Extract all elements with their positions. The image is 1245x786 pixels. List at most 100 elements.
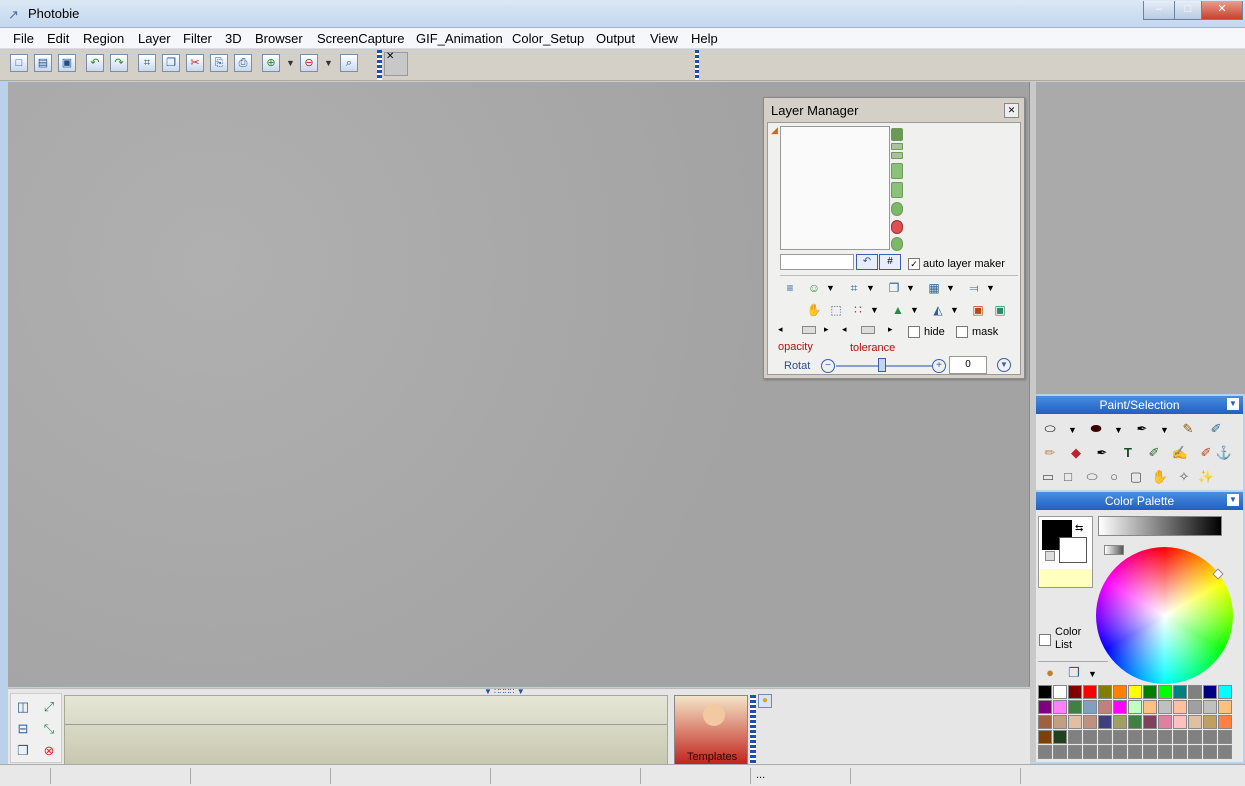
- dropdown-icon[interactable]: ▼: [1160, 425, 1169, 435]
- color-swatch[interactable]: [1188, 745, 1202, 759]
- color-swatch[interactable]: [1038, 700, 1052, 714]
- reset-colors-icon[interactable]: [1045, 551, 1055, 561]
- color-swatch[interactable]: [1068, 730, 1082, 744]
- maximize-button[interactable]: □: [1174, 1, 1202, 20]
- color-swatch[interactable]: [1038, 685, 1052, 699]
- undo-icon[interactable]: ↶: [86, 54, 104, 72]
- pen-icon[interactable]: ✒: [1132, 420, 1152, 438]
- color-swatch[interactable]: [1098, 715, 1112, 729]
- dropdown-icon[interactable]: ▼: [1088, 669, 1097, 679]
- color-swatch[interactable]: [1038, 745, 1052, 759]
- color-swatch[interactable]: [1128, 745, 1142, 759]
- zoom-fit-icon[interactable]: ⌕: [340, 54, 358, 72]
- color-swatch[interactable]: [1218, 745, 1232, 759]
- color-swatch[interactable]: [1083, 730, 1097, 744]
- menu-help[interactable]: Help: [691, 31, 718, 46]
- rotate-plus-icon[interactable]: +: [932, 359, 946, 373]
- cut-icon[interactable]: ✂: [186, 54, 204, 72]
- remove-layer-icon[interactable]: [891, 220, 903, 234]
- color-swatch[interactable]: [1188, 700, 1202, 714]
- color-swatch[interactable]: [1083, 685, 1097, 699]
- dropdown-icon[interactable]: ▼: [1114, 425, 1123, 435]
- image-alt-icon[interactable]: ▣: [992, 302, 1008, 318]
- dropdown-icon[interactable]: ▼: [910, 305, 919, 315]
- color-swatch[interactable]: [1128, 715, 1142, 729]
- grid-button[interactable]: #: [879, 254, 901, 270]
- close-icon[interactable]: ✕: [1004, 103, 1019, 118]
- color-swatch[interactable]: [1113, 715, 1127, 729]
- color-swatch[interactable]: [1173, 715, 1187, 729]
- pencil-icon[interactable]: ✏: [1040, 444, 1060, 462]
- image-icon[interactable]: ▣: [970, 302, 986, 318]
- color-swatch[interactable]: [1173, 745, 1187, 759]
- color-swatch[interactable]: [1203, 700, 1217, 714]
- color-swatch[interactable]: [1203, 685, 1217, 699]
- rounded-select-icon[interactable]: ▢: [1126, 468, 1146, 486]
- brush-icon[interactable]: ✎: [1178, 420, 1198, 438]
- airbrush-icon[interactable]: ✐: [1144, 444, 1164, 462]
- color-swatch[interactable]: [1098, 730, 1112, 744]
- color-swatch[interactable]: [1053, 700, 1067, 714]
- color-swatch[interactable]: [1068, 715, 1082, 729]
- menu-view[interactable]: View: [650, 31, 678, 46]
- color-swatch[interactable]: [1053, 745, 1067, 759]
- color-swatch[interactable]: [1098, 745, 1112, 759]
- rotate-minus-icon[interactable]: −: [821, 359, 835, 373]
- color-swatch[interactable]: [1173, 700, 1187, 714]
- menu-layer[interactable]: Layer: [138, 31, 171, 46]
- color-palette-header[interactable]: Color Palette ▼: [1036, 492, 1243, 510]
- color-swatch[interactable]: [1158, 700, 1172, 714]
- paste-new-icon[interactable]: ⎙: [234, 54, 252, 72]
- tolerance-slider[interactable]: [861, 326, 875, 334]
- move-down-icon[interactable]: [891, 182, 903, 198]
- menu-edit[interactable]: Edit: [47, 31, 69, 46]
- color-swatch[interactable]: [1203, 730, 1217, 744]
- magic-wand-icon[interactable]: ✨: [1196, 468, 1216, 486]
- color-swatch[interactable]: [1128, 700, 1142, 714]
- color-swatch[interactable]: [1098, 700, 1112, 714]
- crop-icon[interactable]: ⌗: [138, 54, 156, 72]
- eyedropper-icon[interactable]: ✐: [1206, 420, 1226, 438]
- close-all-icon[interactable]: ⊗: [39, 742, 59, 760]
- mask-checkbox[interactable]: [956, 326, 968, 338]
- people-icon[interactable]: ☺: [806, 280, 822, 296]
- menu-output[interactable]: Output: [596, 31, 635, 46]
- menu-color-setup[interactable]: Color_Setup: [512, 31, 584, 46]
- color-swatch[interactable]: [1218, 700, 1232, 714]
- smudge-icon[interactable]: ✍: [1170, 444, 1190, 462]
- color-swatch[interactable]: [1143, 715, 1157, 729]
- gradient-bar[interactable]: [1098, 516, 1222, 536]
- paint-selection-header[interactable]: Paint/Selection ▼: [1036, 396, 1243, 414]
- cascade-icon[interactable]: ❐: [13, 742, 33, 760]
- ellipse-outline-icon[interactable]: ⬭: [1040, 420, 1060, 438]
- color-swatch[interactable]: [1098, 685, 1112, 699]
- templates-thumbnail[interactable]: Templates: [674, 695, 748, 765]
- dropdown-icon[interactable]: ▼: [826, 283, 835, 293]
- color-swatch[interactable]: [1083, 745, 1097, 759]
- ellipse-fill-icon[interactable]: ⬬: [1086, 420, 1106, 438]
- eraser-icon[interactable]: ◆: [1066, 444, 1086, 462]
- split-vertical-icon[interactable]: ◫: [13, 698, 33, 716]
- color-swatch[interactable]: [1113, 730, 1127, 744]
- menu-file[interactable]: File: [13, 31, 34, 46]
- confirm-layer-icon[interactable]: [891, 237, 903, 251]
- color-swatch[interactable]: [1203, 745, 1217, 759]
- dropdown-icon[interactable]: ▼: [950, 305, 959, 315]
- color-swatch[interactable]: [1143, 745, 1157, 759]
- strip-grip[interactable]: [750, 695, 756, 765]
- copy-layer-icon[interactable]: ❐: [886, 280, 902, 296]
- tolerance-right-icon[interactable]: ▸: [888, 324, 893, 335]
- open-icon[interactable]: ▤: [34, 54, 52, 72]
- line-spacing-icon[interactable]: ≡: [782, 280, 798, 296]
- hide-checkbox[interactable]: [908, 326, 920, 338]
- color-list-checkbox[interactable]: [1039, 634, 1051, 646]
- color-swatch[interactable]: [1158, 715, 1172, 729]
- layer-film-icon[interactable]: [891, 128, 903, 141]
- layer-small-icon[interactable]: [891, 143, 903, 150]
- color-swatch[interactable]: [1128, 685, 1142, 699]
- dropdown-icon[interactable]: ▼: [906, 283, 915, 293]
- zoom-out-icon[interactable]: ⊖: [300, 54, 318, 72]
- color-swatch[interactable]: [1173, 730, 1187, 744]
- dropdown-icon[interactable]: ▼: [1068, 425, 1077, 435]
- color-swatch[interactable]: [1068, 685, 1082, 699]
